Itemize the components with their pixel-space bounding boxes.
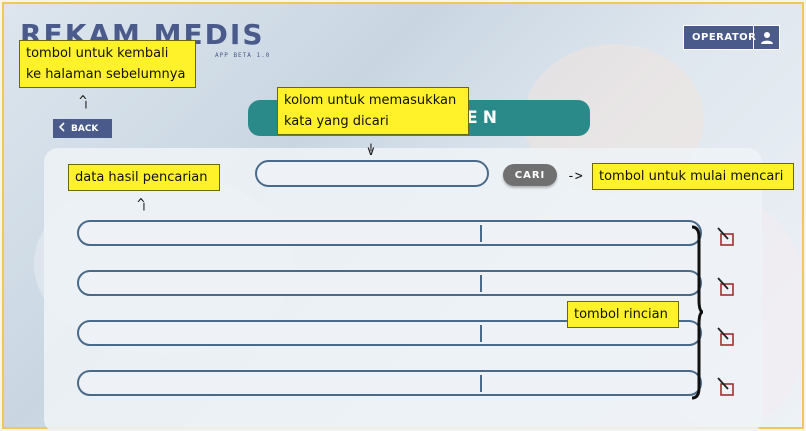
open-detail-icon[interactable] <box>716 227 738 249</box>
column-divider <box>480 225 482 242</box>
annotation-results: data hasil pencarian <box>68 164 220 191</box>
open-detail-icon[interactable] <box>716 327 738 349</box>
search-input[interactable] <box>255 160 489 187</box>
column-divider <box>480 325 482 342</box>
annotation-search-input: kolom untuk memasukkan kata yang dicari <box>277 87 469 135</box>
open-detail-icon[interactable] <box>716 377 738 399</box>
chevron-left-icon <box>53 122 71 135</box>
result-row[interactable] <box>77 220 702 246</box>
annotation-arrow: v <box>367 144 375 159</box>
annotation-arrow: -> <box>567 169 583 184</box>
column-divider <box>480 375 482 392</box>
annotation-search-input-line1: kolom untuk memasukkan <box>284 93 457 108</box>
result-row[interactable] <box>77 370 702 396</box>
search-button[interactable]: CARI <box>503 164 557 186</box>
annotation-search-input-line2: kata yang dicari <box>284 114 389 129</box>
result-row[interactable] <box>77 270 702 296</box>
annotation-arrow-stem: ╵ <box>140 204 148 219</box>
annotation-search-button: tombol untuk mulai mencari <box>592 163 794 190</box>
back-button[interactable]: BACK <box>53 119 112 138</box>
annotation-arrow-stem: ╵ <box>82 102 90 117</box>
annotation-back-line1: tombol untuk kembali <box>26 46 169 61</box>
operator-label: OPERATOR <box>692 32 757 43</box>
curly-brace <box>691 225 704 400</box>
back-label: BACK <box>71 123 99 134</box>
annotation-back: tombol untuk kembali ke halaman sebelumn… <box>19 40 196 88</box>
user-icon <box>753 26 779 49</box>
column-divider <box>480 275 482 292</box>
annotation-back-line2: ke halaman sebelumnya <box>26 67 186 82</box>
page-title: EN <box>466 108 502 128</box>
operator-button[interactable]: OPERATOR <box>683 25 780 50</box>
app-version: APP BETA 1.0 <box>215 52 271 59</box>
open-detail-icon[interactable] <box>716 277 738 299</box>
annotation-detail: tombol rincian <box>567 301 679 328</box>
